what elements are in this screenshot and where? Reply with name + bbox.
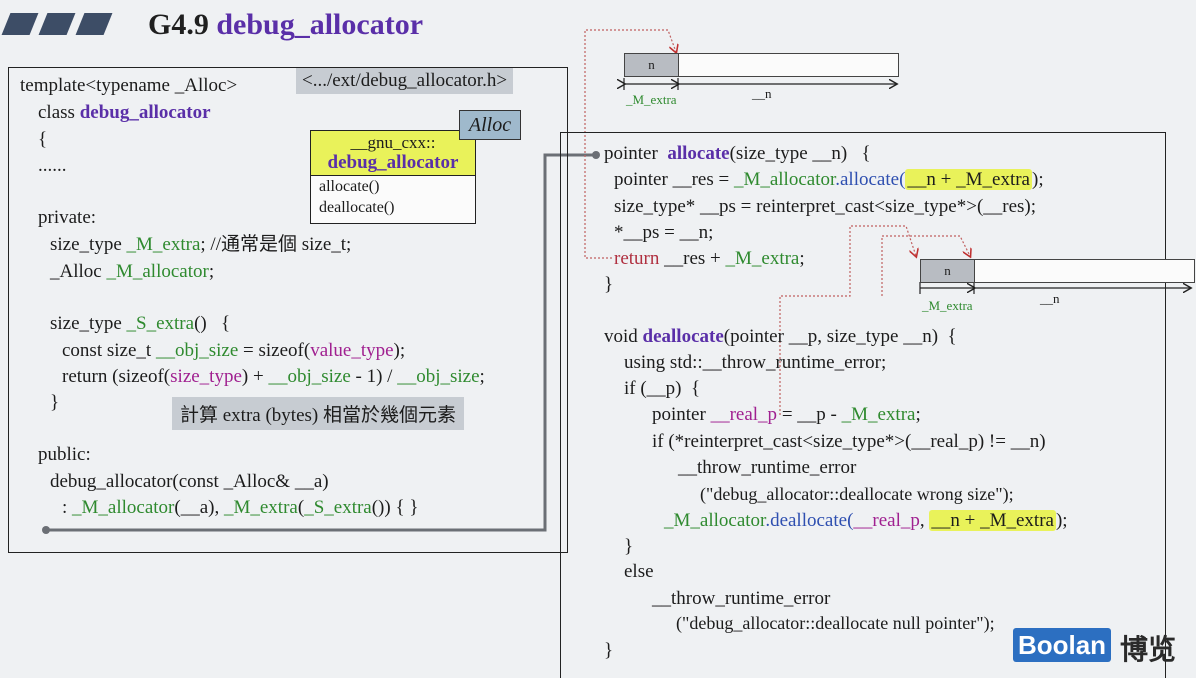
code-line: } (624, 536, 634, 557)
code-line: private: (38, 207, 97, 228)
code-line: template<typename _Alloc> (20, 75, 238, 96)
code-line: const size_t __obj_size = sizeof(value_t… (62, 340, 406, 361)
code-line: __throw_runtime_error (678, 457, 857, 478)
boolan-logo-cn: 博览 (1120, 635, 1177, 666)
code-line: } (604, 640, 614, 661)
code-line: return __res + _M_extra; (614, 248, 805, 269)
uml-method: allocate() (319, 178, 380, 195)
code-line: return (sizeof(size_type) + __obj_size -… (62, 366, 485, 387)
code-line: pointer __real_p = __p - _M_extra; (652, 404, 921, 425)
uml-namespace: __gnu_cxx:: (350, 133, 436, 152)
code-line: { (38, 129, 48, 150)
uml-method: deallocate() (319, 199, 395, 216)
code-line: ("debug_allocator::deallocate null point… (676, 613, 995, 633)
code-line: } (50, 392, 60, 413)
memory-block-right: n (920, 259, 1195, 283)
extra-label: _M_extra (626, 92, 677, 107)
uml-class-name: debug_allocator (327, 152, 459, 173)
code-line: pointer __res = _M_allocator.allocate(__… (614, 169, 1044, 190)
extra-note: 計算 extra (bytes) 相當於幾個元素 (172, 397, 464, 430)
n-label: __n (1040, 291, 1060, 306)
uml-class-box: __gnu_cxx:: debug_allocator allocate() d… (310, 130, 476, 224)
header-file-tag: <.../ext/debug_allocator.h> (296, 68, 514, 94)
code-line: void deallocate(pointer __p, size_type _… (604, 326, 957, 347)
code-line: _Alloc _M_allocator; (50, 261, 215, 282)
code-line: debug_allocator(const _Alloc& __a) (50, 471, 329, 492)
code-line: pointer allocate(size_type __n) { (604, 143, 871, 164)
extra-cell: n (625, 54, 679, 76)
code-line: size_type* __ps = reinterpret_cast<size_… (614, 196, 1037, 217)
code-line: ("debug_allocator::deallocate wrong size… (700, 484, 1014, 504)
memory-block-top: n (624, 53, 899, 77)
code-line: if (__p) { (624, 378, 701, 399)
code-line: using std::__throw_runtime_error; (624, 352, 887, 373)
alloc-tag: Alloc (459, 110, 521, 140)
code-line: size_type _S_extra() { (50, 313, 231, 334)
code-line: if (*reinterpret_cast<size_type*>(__real… (652, 431, 1046, 452)
code-line: __throw_runtime_error (652, 588, 831, 609)
boolan-logo: Boolan (1013, 628, 1111, 662)
code-line: *__ps = __n; (614, 222, 714, 243)
code-line: else (624, 561, 654, 582)
code-line: } (604, 274, 614, 295)
extra-label: _M_extra (922, 298, 973, 313)
code-line: class debug_allocator (38, 102, 211, 123)
code-line: ...... (38, 155, 67, 176)
code-line: public: (38, 444, 91, 465)
n-label: __n (752, 86, 772, 101)
extra-cell: n (921, 260, 975, 282)
code-line: size_type _M_extra; //通常是個 size_t; (50, 234, 352, 255)
code-line: : _M_allocator(__a), _M_extra(_S_extra()… (62, 497, 419, 518)
code-line: _M_allocator.deallocate(__real_p, __n + … (664, 510, 1068, 531)
